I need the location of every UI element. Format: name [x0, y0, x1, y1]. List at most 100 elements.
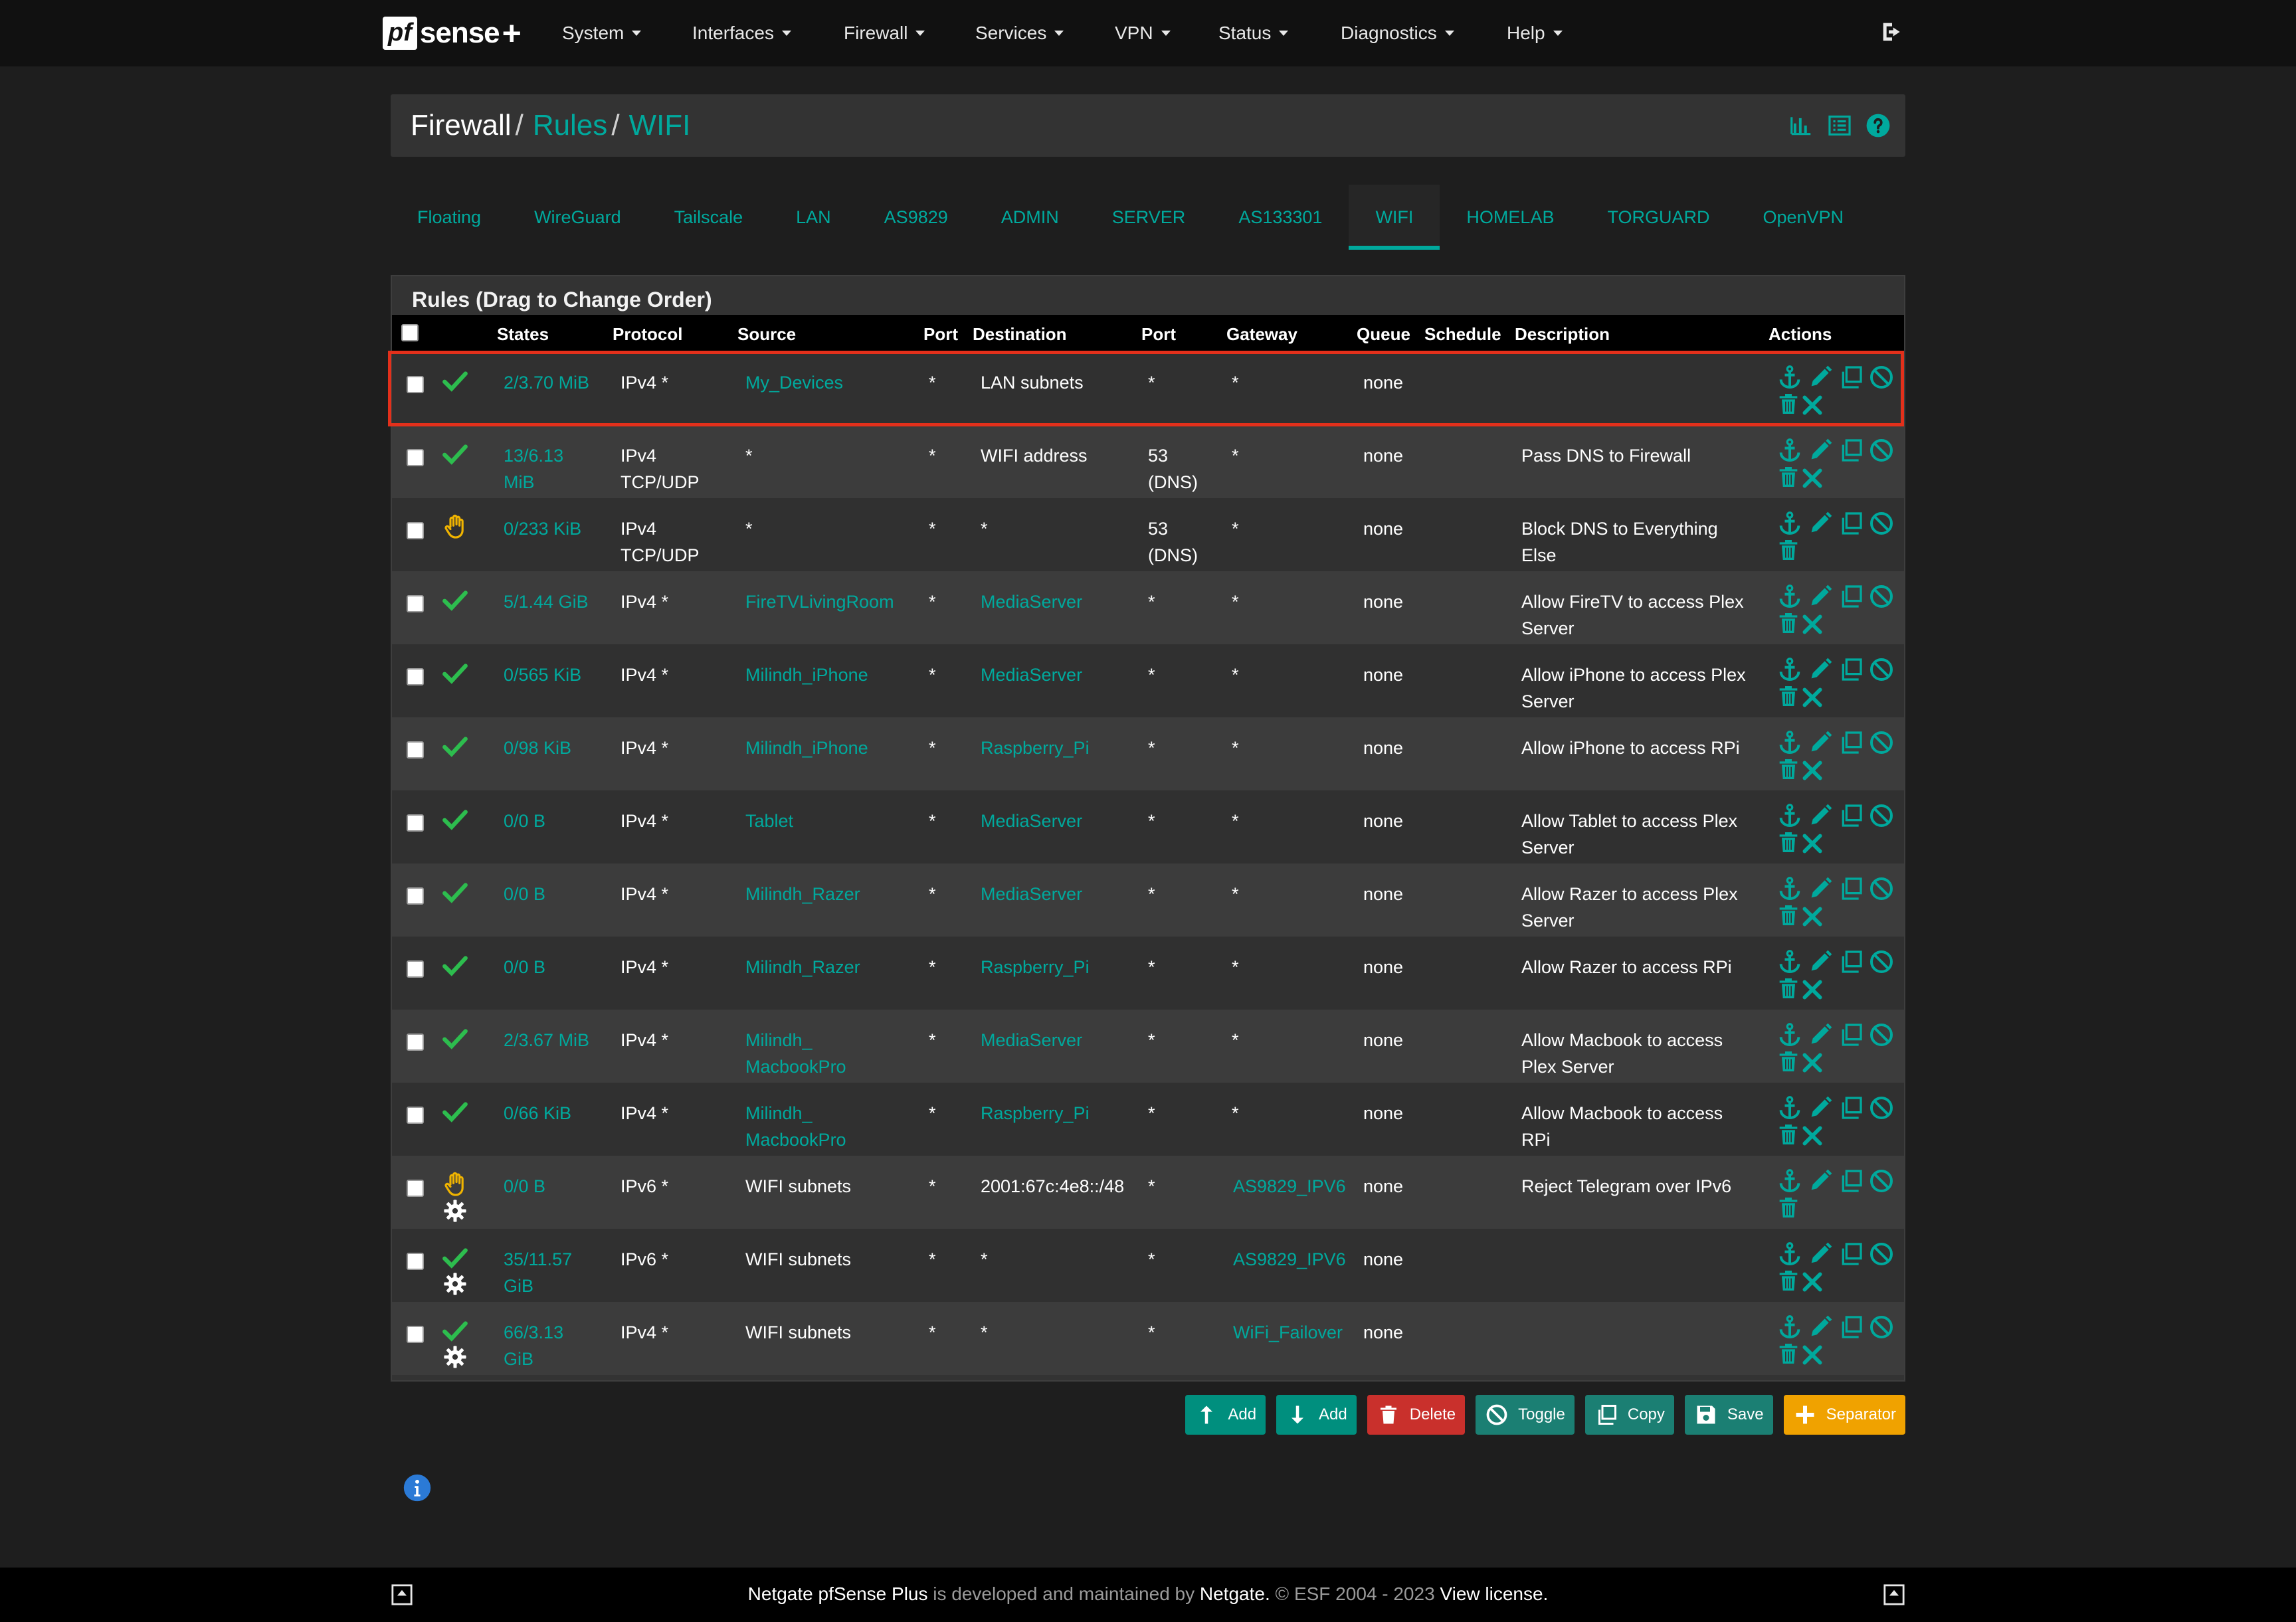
- disable-ban-icon[interactable]: [1868, 948, 1895, 975]
- delete-trash-icon[interactable]: [1775, 610, 1802, 636]
- rule-destination[interactable]: MediaServer: [981, 881, 1082, 907]
- edit-pencil-icon[interactable]: [1807, 948, 1834, 975]
- anchor-icon[interactable]: [1776, 1241, 1803, 1267]
- menu-help[interactable]: Help: [1507, 0, 1563, 66]
- delete-trash-icon[interactable]: [1775, 1121, 1802, 1148]
- rule-source[interactable]: Tablet: [745, 808, 793, 834]
- tab-as133301[interactable]: AS133301: [1212, 185, 1349, 250]
- table-row[interactable]: 35/11.57 GiB IPv6 * WIFI subnets * * * AS9829_I…: [392, 1229, 1904, 1302]
- tab-torguard[interactable]: TORGUARD: [1580, 185, 1736, 250]
- edit-pencil-icon[interactable]: [1807, 875, 1834, 902]
- toggle-button[interactable]: Toggle: [1476, 1395, 1575, 1435]
- breadcrumb-wifi[interactable]: WIFI: [629, 109, 691, 141]
- row-checkbox[interactable]: [407, 376, 424, 393]
- anchor-icon[interactable]: [1776, 802, 1803, 829]
- pass-check-icon[interactable]: [441, 367, 469, 395]
- rule-states[interactable]: 0/565 KiB: [504, 662, 581, 688]
- anchor-icon[interactable]: [1776, 1095, 1803, 1121]
- delete-x-icon[interactable]: [1799, 684, 1826, 711]
- rule-source[interactable]: Milindh_Razer: [745, 954, 860, 980]
- rule-states[interactable]: 13/6.13: [504, 442, 563, 469]
- select-all-checkbox[interactable]: [401, 324, 419, 341]
- anchor-icon[interactable]: [1776, 437, 1803, 464]
- copy-icon[interactable]: [1838, 1095, 1864, 1121]
- copy-icon[interactable]: [1838, 1241, 1864, 1267]
- edit-pencil-icon[interactable]: [1807, 729, 1834, 756]
- pass-check-icon[interactable]: [441, 1243, 469, 1271]
- table-row[interactable]: 2/3.67 MiB IPv4 * Milindh_ MacbookPro * Media…: [392, 1010, 1904, 1083]
- info-icon[interactable]: [403, 1473, 432, 1502]
- block-hand-icon[interactable]: [441, 1170, 469, 1198]
- edit-pencil-icon[interactable]: [1807, 437, 1834, 464]
- pass-check-icon[interactable]: [441, 1024, 469, 1052]
- row-checkbox[interactable]: [407, 522, 424, 539]
- tab-floating[interactable]: Floating: [391, 185, 508, 250]
- anchor-icon[interactable]: [1776, 1022, 1803, 1048]
- delete-trash-icon[interactable]: [1775, 391, 1802, 417]
- table-row[interactable]: 0/565 KiB IPv4 * Milindh_iPhone * MediaServe…: [392, 644, 1904, 717]
- table-row[interactable]: 13/6.13 MiB IPv4 TCP/UDP * * WIFI address 53 (DN…: [392, 425, 1904, 498]
- table-row[interactable]: 0/0 B IPv6 * WIFI subnets * 2001:67c:4e8::/4…: [392, 1156, 1904, 1229]
- rule-states[interactable]: 35/11.57: [504, 1246, 572, 1273]
- pass-check-icon[interactable]: [441, 805, 469, 833]
- rule-states[interactable]: 0/0 B: [504, 1173, 545, 1200]
- rule-destination[interactable]: MediaServer: [981, 662, 1082, 688]
- rule-states[interactable]: 0/66 KiB: [504, 1100, 571, 1126]
- delete-x-icon[interactable]: [1799, 903, 1826, 930]
- delete-trash-icon[interactable]: [1775, 464, 1802, 490]
- disable-ban-icon[interactable]: [1868, 656, 1895, 683]
- table-row[interactable]: 0/0 B IPv4 * Tablet * MediaServer * * none Allow…: [392, 790, 1904, 863]
- anchor-icon[interactable]: [1776, 1314, 1803, 1340]
- copy-icon[interactable]: [1838, 1314, 1864, 1340]
- rule-states[interactable]: 0/98 KiB: [504, 735, 571, 761]
- logout-icon[interactable]: [1879, 19, 1905, 45]
- row-checkbox[interactable]: [407, 668, 424, 685]
- delete-trash-icon[interactable]: [1775, 1194, 1802, 1221]
- disable-ban-icon[interactable]: [1868, 437, 1895, 464]
- edit-pencil-icon[interactable]: [1807, 583, 1834, 610]
- anchor-icon[interactable]: [1776, 948, 1803, 975]
- copy-icon[interactable]: [1838, 656, 1864, 683]
- edit-pencil-icon[interactable]: [1807, 1022, 1834, 1048]
- rule-source[interactable]: MacbookPro: [745, 1053, 846, 1080]
- tab-admin[interactable]: ADMIN: [975, 185, 1086, 250]
- row-checkbox[interactable]: [407, 449, 424, 466]
- scroll-top-icon[interactable]: [1883, 1583, 1905, 1606]
- edit-pencil-icon[interactable]: [1807, 1241, 1834, 1267]
- table-row[interactable]: 0/233 KiB IPv4 TCP/UDP * * * 53 (DNS) * none Block…: [392, 498, 1904, 571]
- rule-destination[interactable]: MediaServer: [981, 588, 1082, 615]
- add-bottom-button[interactable]: Add: [1276, 1395, 1357, 1435]
- edit-pencil-icon[interactable]: [1807, 656, 1834, 683]
- pass-check-icon[interactable]: [441, 732, 469, 760]
- copy-icon[interactable]: [1838, 437, 1864, 464]
- breadcrumb-rules[interactable]: Rules: [533, 109, 608, 141]
- rule-states[interactable]: GiB: [504, 1273, 533, 1299]
- delete-x-icon[interactable]: [1799, 1049, 1826, 1076]
- row-checkbox[interactable]: [407, 1107, 424, 1124]
- disable-ban-icon[interactable]: [1868, 510, 1895, 537]
- disable-ban-icon[interactable]: [1868, 1314, 1895, 1340]
- menu-status[interactable]: Status: [1218, 0, 1289, 66]
- delete-button[interactable]: Delete: [1367, 1395, 1466, 1435]
- edit-pencil-icon[interactable]: [1807, 364, 1834, 391]
- pass-check-icon[interactable]: [441, 1316, 469, 1344]
- table-row[interactable]: 0/0 B IPv4 * Milindh_Razer * MediaServer * * no…: [392, 863, 1904, 937]
- rule-source[interactable]: Milindh_Razer: [745, 881, 860, 907]
- delete-trash-icon[interactable]: [1775, 902, 1802, 929]
- rule-states[interactable]: 0/233 KiB: [504, 515, 581, 542]
- table-row[interactable]: 5/1.44 GiB IPv4 * FireTVLivingRoom * MediaSe…: [392, 571, 1904, 644]
- delete-trash-icon[interactable]: [1775, 829, 1802, 856]
- copy-icon[interactable]: [1838, 364, 1864, 391]
- rule-states[interactable]: 0/0 B: [504, 808, 545, 834]
- tab-wireguard[interactable]: WireGuard: [508, 185, 648, 250]
- rule-states[interactable]: 5/1.44 GiB: [504, 588, 589, 615]
- disable-ban-icon[interactable]: [1868, 1022, 1895, 1048]
- edit-pencil-icon[interactable]: [1807, 1314, 1834, 1340]
- pass-check-icon[interactable]: [441, 1097, 469, 1125]
- tab-server[interactable]: SERVER: [1086, 185, 1212, 250]
- rule-source[interactable]: Milindh_: [745, 1100, 813, 1126]
- disable-ban-icon[interactable]: [1868, 583, 1895, 610]
- edit-pencil-icon[interactable]: [1807, 1095, 1834, 1121]
- pass-check-icon[interactable]: [441, 440, 469, 468]
- row-checkbox[interactable]: [407, 1034, 424, 1051]
